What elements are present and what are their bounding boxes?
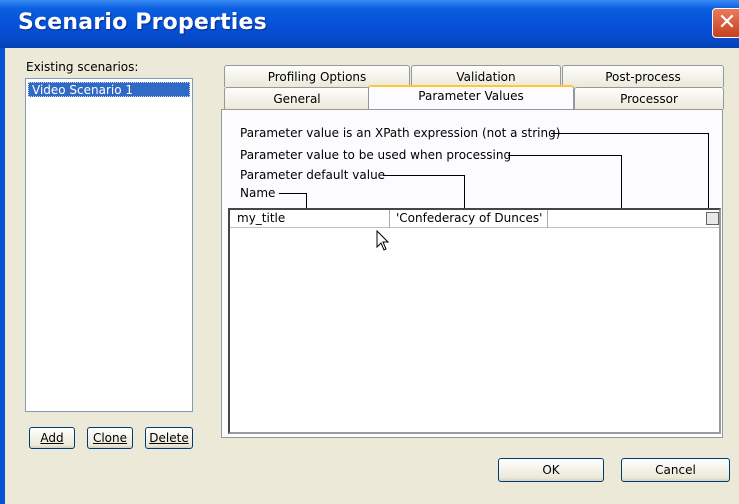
delete-button[interactable]: Delete [145, 427, 193, 449]
param-default-cell[interactable]: 'Confederacy of Dunces' [396, 211, 542, 225]
add-button[interactable]: Add [29, 427, 75, 449]
table-row[interactable]: my_title 'Confederacy of Dunces' [230, 210, 719, 228]
cancel-button[interactable]: Cancel [621, 458, 730, 482]
tab-general-label: General [273, 92, 321, 106]
title-bar: Scenario Properties ✕ [0, 0, 739, 48]
tab-parameter-values-label: Parameter Values [418, 89, 524, 103]
delete-button-label: Delete [149, 431, 189, 445]
existing-scenarios-label: Existing scenarios: [26, 60, 139, 74]
tab-post-process-label: Post-process [605, 70, 681, 84]
legend-xpath-line [551, 133, 709, 134]
column-divider [547, 210, 548, 228]
param-name-cell[interactable]: my_title [237, 211, 285, 225]
column-divider [389, 210, 390, 228]
tab-profiling-options[interactable]: Profiling Options [224, 65, 410, 87]
legend-xpath-drop [708, 133, 709, 209]
xpath-checkbox[interactable] [706, 212, 719, 225]
clone-button[interactable]: Clone [87, 427, 133, 449]
tab-validation[interactable]: Validation [411, 65, 561, 87]
legend-default-label: Parameter default value [240, 168, 386, 182]
window-title: Scenario Properties [18, 10, 267, 35]
parameter-grid[interactable]: my_title 'Confederacy of Dunces' [228, 208, 721, 434]
tab-post-process[interactable]: Post-process [562, 65, 724, 87]
param-processing-cell[interactable] [552, 211, 702, 227]
clone-button-label: Clone [92, 431, 128, 445]
tab-profiling-options-label: Profiling Options [267, 70, 367, 84]
legend-default-drop [464, 175, 465, 209]
legend-name-line [279, 193, 307, 194]
ok-button[interactable]: OK [498, 458, 604, 482]
mouse-cursor-icon [376, 230, 390, 251]
ok-button-label: OK [542, 463, 560, 477]
legend-name-drop [306, 193, 307, 209]
legend-processing-drop [621, 155, 622, 209]
tab-processor-label: Processor [620, 92, 678, 106]
tab-processor[interactable]: Processor [574, 87, 724, 109]
tab-parameter-values[interactable]: Parameter Values [368, 85, 574, 109]
legend-default-line [383, 175, 465, 176]
legend-name-label: Name [240, 186, 276, 200]
scenario-list-item[interactable]: Video Scenario 1 [28, 82, 190, 97]
legend-processing-label: Parameter value to be used when processi… [240, 148, 512, 162]
close-button[interactable]: ✕ [712, 8, 739, 38]
add-button-label: Add [40, 431, 64, 445]
close-icon: ✕ [717, 10, 737, 35]
legend-xpath-label: Parameter value is an XPath expression (… [240, 126, 561, 140]
legend-processing-line [508, 155, 622, 156]
cancel-button-label: Cancel [655, 463, 696, 477]
window-frame-left [0, 48, 5, 504]
tab-validation-label: Validation [456, 70, 516, 84]
scenario-list[interactable]: Video Scenario 1 [25, 78, 193, 412]
tab-general[interactable]: General [224, 87, 370, 109]
